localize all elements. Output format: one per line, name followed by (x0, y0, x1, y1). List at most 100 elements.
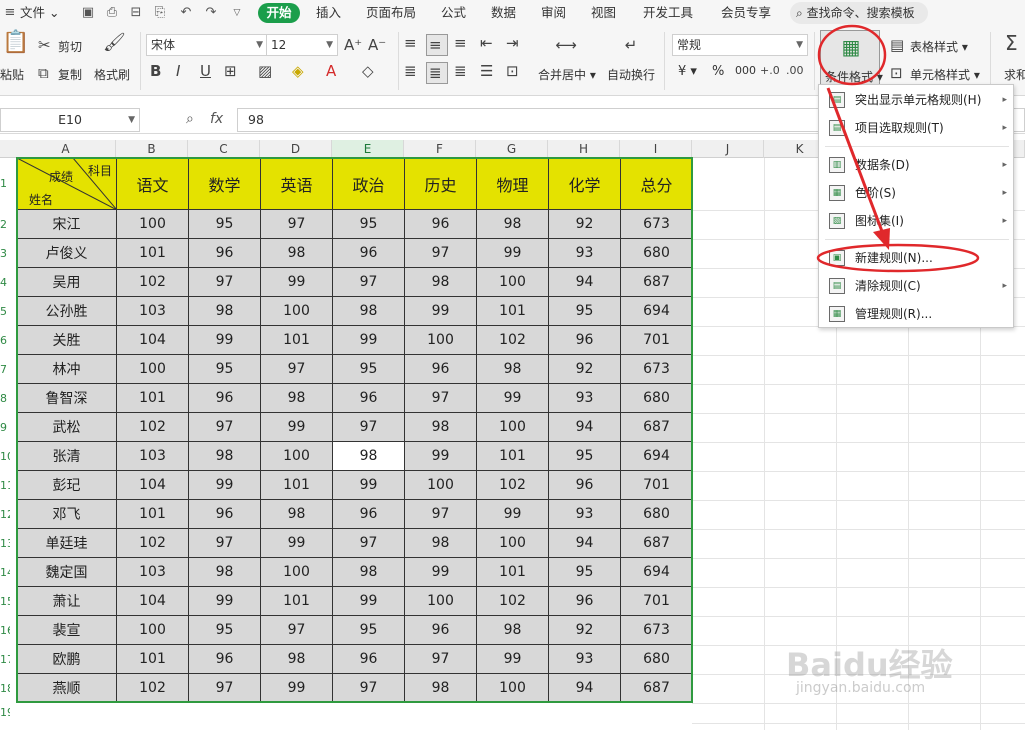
column-header-cell[interactable]: 语文 (116, 157, 189, 210)
print-preview-icon[interactable]: ⎙ (104, 5, 120, 21)
score-cell[interactable]: 95 (332, 209, 405, 239)
name-cell[interactable]: 魏定国 (16, 557, 117, 587)
score-cell[interactable]: 98 (188, 557, 261, 587)
name-box[interactable]: E10 ▼ (0, 108, 140, 132)
score-cell[interactable]: 96 (188, 238, 261, 268)
indent-decrease-icon[interactable]: ⇤ (480, 34, 493, 52)
score-cell[interactable]: 95 (548, 296, 621, 326)
score-cell[interactable]: 100 (260, 296, 333, 326)
row-header-4[interactable]: 4 (0, 268, 10, 297)
column-header-e[interactable]: E (332, 140, 404, 158)
score-cell[interactable]: 104 (116, 586, 189, 616)
score-cell[interactable]: 95 (548, 557, 621, 587)
score-cell[interactable]: 100 (260, 557, 333, 587)
increase-font-icon[interactable]: A⁺ (344, 36, 362, 54)
score-cell[interactable]: 97 (404, 238, 477, 268)
cell-style-icon[interactable]: ⊡ (890, 64, 903, 82)
font-name-select[interactable]: 宋体 ▼ (146, 34, 268, 56)
conditional-format-icon[interactable]: ▦ (840, 37, 862, 57)
column-header-cell[interactable]: 数学 (188, 157, 261, 210)
name-cell[interactable]: 宋江 (16, 209, 117, 239)
conditional-format-button[interactable]: 条件格式 ▾ (825, 68, 883, 85)
score-cell[interactable]: 99 (404, 557, 477, 587)
score-cell[interactable]: 98 (476, 209, 549, 239)
score-cell[interactable]: 92 (548, 615, 621, 645)
tab-insert[interactable]: 插入 (316, 0, 341, 26)
sum-icon[interactable]: Σ (1005, 33, 1018, 53)
score-cell[interactable]: 680 (620, 383, 693, 413)
score-cell[interactable]: 93 (548, 644, 621, 674)
name-cell[interactable]: 张清 (16, 441, 117, 471)
cell-style-button[interactable]: 单元格样式 ▾ (910, 66, 980, 83)
row-header-19[interactable]: 19 (0, 703, 10, 723)
row-header-17[interactable]: 17 (0, 645, 10, 674)
tab-member[interactable]: 会员专享 (721, 0, 771, 26)
underline-icon[interactable]: U (200, 62, 211, 80)
score-cell[interactable]: 99 (476, 238, 549, 268)
name-cell[interactable]: 公孙胜 (16, 296, 117, 326)
column-header-cell[interactable]: 英语 (260, 157, 333, 210)
name-cell[interactable]: 萧让 (16, 586, 117, 616)
score-cell[interactable]: 100 (404, 325, 477, 355)
score-cell[interactable]: 101 (260, 586, 333, 616)
score-cell[interactable]: 99 (332, 470, 405, 500)
increase-decimal-icon[interactable]: +.0 (760, 62, 780, 80)
score-cell[interactable]: 102 (116, 528, 189, 558)
column-header-cell[interactable]: 化学 (548, 157, 621, 210)
redo-icon[interactable]: ↷ (203, 5, 219, 21)
row-header-5[interactable]: 5 (0, 297, 10, 326)
score-cell[interactable]: 92 (548, 354, 621, 384)
score-cell[interactable]: 101 (476, 441, 549, 471)
name-cell[interactable]: 裴宣 (16, 615, 117, 645)
score-cell[interactable]: 694 (620, 296, 693, 326)
menu-item-color-scales[interactable]: ▦ 色阶(S) ▸ (819, 180, 1015, 206)
indent-increase-icon[interactable]: ⇥ (506, 34, 519, 52)
number-format-select[interactable]: 常规 ▼ (672, 34, 808, 56)
score-cell[interactable]: 98 (260, 499, 333, 529)
score-cell[interactable]: 673 (620, 209, 693, 239)
score-cell[interactable]: 101 (476, 557, 549, 587)
row-header-2[interactable]: 2 (0, 210, 10, 239)
score-cell[interactable]: 687 (620, 412, 693, 442)
score-cell[interactable]: 99 (404, 441, 477, 471)
score-cell[interactable]: 97 (260, 209, 333, 239)
score-cell[interactable]: 96 (188, 499, 261, 529)
menu-item-top-bottom-rules[interactable]: ▤ 项目选取规则(T) ▸ (819, 115, 1015, 141)
score-cell[interactable]: 95 (332, 615, 405, 645)
score-cell[interactable]: 701 (620, 470, 693, 500)
score-cell[interactable]: 94 (548, 267, 621, 297)
column-header-b[interactable]: B (116, 140, 188, 158)
name-cell[interactable]: 欧鹏 (16, 644, 117, 674)
score-cell[interactable]: 96 (332, 499, 405, 529)
column-header-f[interactable]: F (404, 140, 476, 158)
tab-data[interactable]: 数据 (491, 0, 516, 26)
score-cell[interactable]: 99 (260, 673, 333, 703)
column-header-c[interactable]: C (188, 140, 260, 158)
score-cell[interactable]: 101 (116, 238, 189, 268)
score-cell[interactable]: 98 (404, 528, 477, 558)
name-cell[interactable]: 鲁智深 (16, 383, 117, 413)
undo-icon[interactable]: ↶ (178, 5, 194, 21)
copy-icon[interactable]: ⧉ (38, 64, 49, 82)
score-cell[interactable]: 95 (188, 209, 261, 239)
column-header-a[interactable]: A (16, 140, 116, 158)
font-size-select[interactable]: 12 ▼ (266, 34, 338, 56)
row-header-3[interactable]: 3 (0, 239, 10, 268)
active-cell[interactable]: 98 (332, 441, 405, 471)
score-cell[interactable]: 97 (404, 383, 477, 413)
score-cell[interactable]: 99 (260, 528, 333, 558)
score-cell[interactable]: 98 (332, 557, 405, 587)
score-cell[interactable]: 96 (332, 238, 405, 268)
align-left-icon[interactable]: ≣ (404, 62, 417, 80)
menu-item-data-bars[interactable]: ▥ 数据条(D) ▸ (819, 152, 1015, 178)
score-cell[interactable]: 100 (476, 412, 549, 442)
score-cell[interactable]: 96 (188, 644, 261, 674)
score-cell[interactable]: 100 (116, 354, 189, 384)
copy-button[interactable]: 复制 (58, 66, 82, 83)
currency-button[interactable]: ¥ ▾ (678, 64, 697, 79)
score-cell[interactable]: 93 (548, 499, 621, 529)
score-cell[interactable]: 100 (476, 267, 549, 297)
score-cell[interactable]: 99 (404, 296, 477, 326)
tab-page-layout[interactable]: 页面布局 (366, 0, 416, 26)
score-cell[interactable]: 99 (476, 644, 549, 674)
